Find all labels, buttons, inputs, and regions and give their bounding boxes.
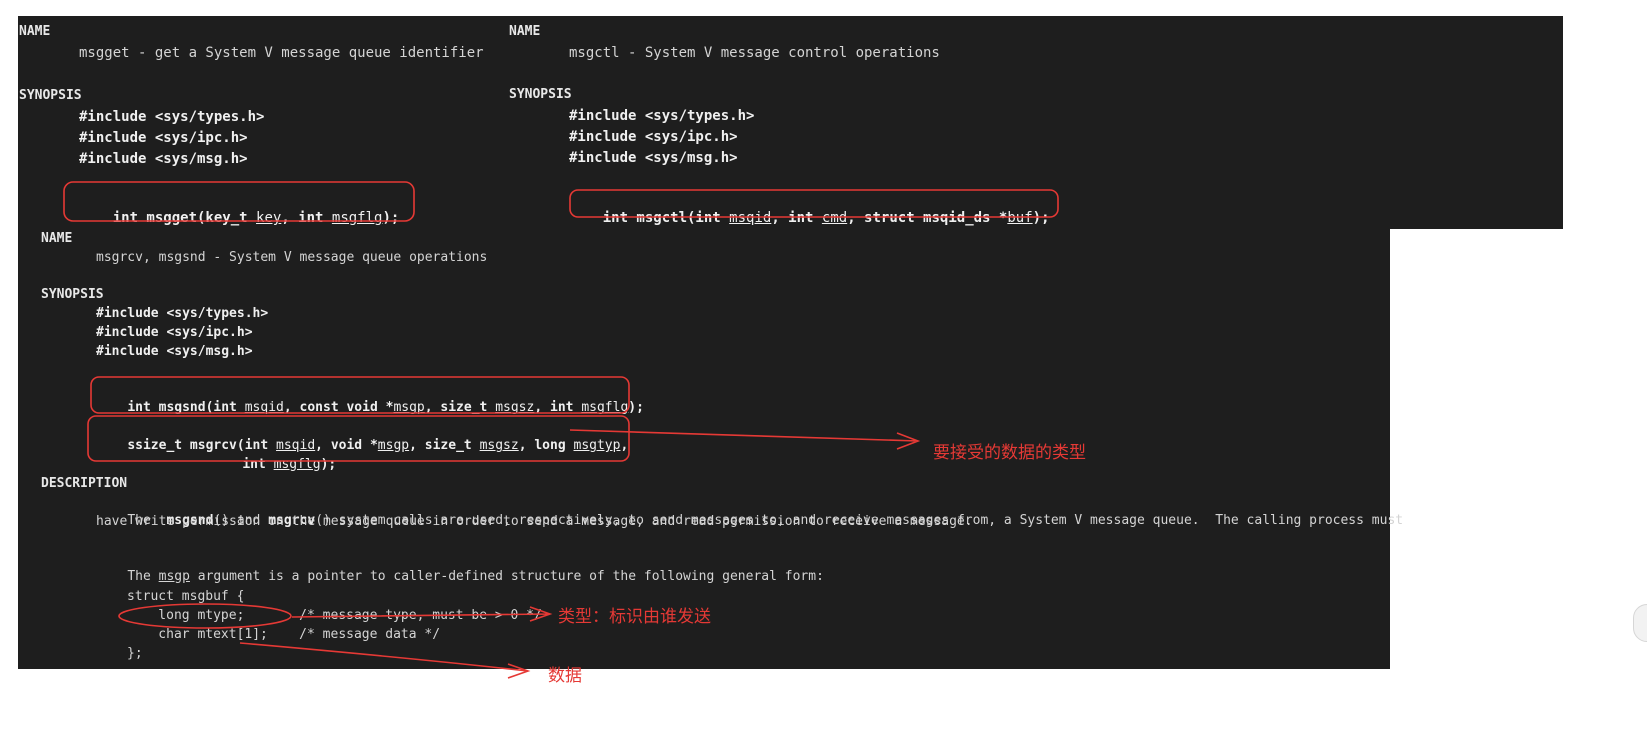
proto-text: , size_t <box>424 400 496 415</box>
proto-text: , const void * <box>283 400 394 415</box>
arg-msgflg: msgflg <box>273 457 321 472</box>
arg-msgflg: msgflg <box>331 210 383 226</box>
arg-msgp: msgp <box>393 400 425 415</box>
proto-text: int msgget(key_t <box>112 210 257 226</box>
proto-text: , int <box>281 210 332 226</box>
name-line: msgrcv, msgsnd - System V message queue … <box>96 250 488 265</box>
proto-text: ); <box>1032 210 1050 226</box>
edge-avatar-icon <box>1633 604 1647 642</box>
name-header: NAME <box>41 231 73 246</box>
struct-line: struct msgbuf { <box>127 589 245 604</box>
arg-key: key <box>256 210 282 226</box>
arg-cmd: cmd <box>821 210 848 226</box>
proto-text: int msgsnd(int <box>127 400 245 415</box>
description-header: DESCRIPTION <box>41 476 128 491</box>
description-paragraph-line2: have write permission on the message que… <box>96 514 973 529</box>
include-line: #include <sys/msg.h> <box>569 150 738 166</box>
desc-text: The <box>127 569 159 584</box>
arg-msqid: msqid <box>244 400 284 415</box>
proto-text: ); <box>320 457 337 472</box>
synopsis-header: SYNOPSIS <box>41 287 104 302</box>
arg-msgflg: msgflg <box>581 400 629 415</box>
arg-msgp: msgp <box>377 438 410 453</box>
include-line: #include <sys/msg.h> <box>79 151 248 167</box>
synopsis-header: SYNOPSIS <box>509 87 572 102</box>
arg-msgsz: msgsz <box>495 400 535 415</box>
name-header: NAME <box>19 24 51 39</box>
include-line: #include <sys/ipc.h> <box>79 130 248 146</box>
include-line: #include <sys/types.h> <box>569 108 755 124</box>
proto-text: , size_t <box>409 438 480 453</box>
include-line: #include <sys/types.h> <box>96 306 269 321</box>
proto-text: ); <box>382 210 400 226</box>
arg-msgp: msgp <box>158 569 190 584</box>
annotation-mtext-note: 数据 <box>548 666 582 686</box>
msgctl-manpage-panel: NAME msgctl - System V message control o… <box>508 16 1563 229</box>
name-line: msgget - get a System V message queue id… <box>79 45 484 61</box>
proto-text: , int <box>534 400 582 415</box>
proto-text: ); <box>628 400 644 415</box>
include-line: #include <sys/ipc.h> <box>569 129 738 145</box>
annotation-mtype-note: 类型：标识由谁发送 <box>558 607 711 627</box>
name-header: NAME <box>509 24 541 39</box>
struct-line: }; <box>127 646 143 661</box>
msgrcv-prototype: ssize_t msgrcv(int msqid, void *msgp, si… <box>96 419 628 473</box>
arg-buf: buf <box>1007 210 1033 226</box>
proto-text: int <box>242 457 274 472</box>
include-line: #include <sys/msg.h> <box>96 344 253 359</box>
arg-msqid: msqid <box>729 210 772 226</box>
msgrcv-prototype-continued: int msgflg); <box>211 438 336 492</box>
arg-msgsz: msgsz <box>479 438 519 453</box>
struct-line-mtext: char mtext[1]; /* message data */ <box>127 627 441 642</box>
struct-line-mtype: long mtype; /* message type, must be > 0… <box>127 608 542 623</box>
proto-text: , long <box>518 438 574 453</box>
annotation-msgtyp-note: 要接受的数据的类型 <box>933 443 1086 463</box>
synopsis-header: SYNOPSIS <box>19 88 82 103</box>
proto-text: , int <box>771 210 822 226</box>
proto-text: , struct msqid_ds * <box>847 210 1008 226</box>
desc-text: argument is a pointer to caller-defined … <box>189 569 824 584</box>
include-line: #include <sys/types.h> <box>79 109 265 125</box>
name-line: msgctl - System V message control operat… <box>569 45 940 61</box>
proto-text: int msgctl(int <box>602 210 730 226</box>
include-line: #include <sys/ipc.h> <box>96 325 253 340</box>
proto-text: , <box>620 438 629 453</box>
arg-msgtyp: msgtyp <box>573 438 621 453</box>
